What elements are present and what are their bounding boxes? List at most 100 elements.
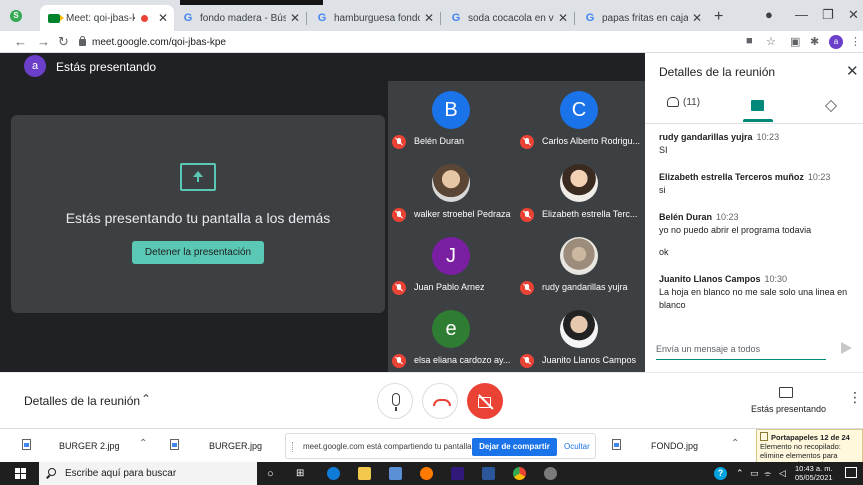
tab-title: Meet: qoi-jbas-kpe <box>66 12 135 24</box>
tab-title: soda cocacola en vaso - Bús <box>468 12 554 24</box>
volume-icon[interactable]: ◁ <box>779 468 786 479</box>
participant-grid: B Belén Duran C Carlos Alberto Rodrigu..… <box>388 81 645 372</box>
taskbar-clock[interactable]: 10:43 a. m. 05/05/2021 <box>795 464 833 482</box>
chat-message: Elizabeth estrella Terceros muñoz 10:23 s… <box>659 171 855 197</box>
minimize-icon[interactable]: — <box>795 7 808 22</box>
chat-message: Juanito Llanos Campos 10:30 La hoja en bl… <box>659 273 855 312</box>
stop-presenting-button[interactable]: Detener la presentación <box>132 241 264 264</box>
help-icon[interactable]: ? <box>714 467 727 480</box>
browser-toolbar: ← → ↻ meet.google.com/qoi-jbas-kpe ■ ☆ ▣… <box>0 31 863 53</box>
hang-up-button[interactable] <box>422 383 458 419</box>
chat-message: Belén Duran 10:23 yo no puedo abrir el pr… <box>659 211 855 259</box>
cortana-icon[interactable]: ○ <box>267 468 274 480</box>
menu-icon[interactable]: ⋮ <box>850 35 861 48</box>
meeting-details-title[interactable]: Detalles de la reunión <box>24 394 140 408</box>
tab-title: papas fritas en caja - Búsqu <box>602 12 688 24</box>
close-tab-icon[interactable]: ✕ <box>424 11 434 25</box>
store-icon[interactable] <box>389 467 402 480</box>
extensions-icon[interactable]: ✱ <box>810 35 819 48</box>
avatar: J <box>432 237 470 275</box>
new-tab-button[interactable]: + <box>714 8 723 26</box>
close-tab-icon[interactable]: ✕ <box>290 11 300 25</box>
chevron-up-icon[interactable]: ⌃ <box>731 438 739 449</box>
participant-tile[interactable]: e elsa eliana cardozo ay... <box>388 300 516 372</box>
profile-avatar[interactable]: a <box>829 35 843 49</box>
participant-name: Carlos Alberto Rodrigu... <box>542 136 641 146</box>
battery-icon[interactable]: ▭ <box>750 468 759 479</box>
tab-meet[interactable]: Meet: qoi-jbas-kpe ✕ <box>40 5 174 31</box>
download-item[interactable]: BURGER 2.jpg <box>59 441 120 451</box>
chat-messages: rudy gandarillas yujra 10:23 SI Elizabeth… <box>659 131 855 339</box>
reading-list-icon[interactable]: ▣ <box>790 35 800 48</box>
word-icon[interactable] <box>482 467 495 480</box>
task-view-icon[interactable]: ⊞ <box>296 468 304 479</box>
participant-tile[interactable]: C Carlos Alberto Rodrigu... <box>516 81 644 153</box>
tab-papas[interactable]: G papas fritas en caja - Búsqu ✕ <box>576 5 708 31</box>
participant-tile[interactable]: rudy gandarillas yujra <box>516 227 644 299</box>
camera-off-button[interactable] <box>467 383 503 419</box>
close-tab-icon[interactable]: ✕ <box>558 11 568 25</box>
close-icon[interactable]: ✕ <box>846 62 859 80</box>
chrome-icon[interactable] <box>513 467 526 480</box>
tab-hamburguesa[interactable]: G hamburguesa fondo blanco ✕ <box>308 5 440 31</box>
firefox-icon[interactable] <box>420 467 433 480</box>
drag-handle[interactable] <box>292 442 293 452</box>
network-icon[interactable]: ⌯ <box>764 468 771 479</box>
download-item[interactable]: FONDO.jpg <box>651 441 698 451</box>
windows-start-icon[interactable] <box>15 468 26 479</box>
stop-sharing-button[interactable]: Dejar de compartir <box>472 438 557 456</box>
close-window-icon[interactable]: ✕ <box>848 7 859 23</box>
screen-share-notification: meet.google.com está compartiendo tu pan… <box>285 433 596 459</box>
download-item[interactable]: BURGER.jpg <box>209 441 262 451</box>
microphone-button[interactable] <box>377 383 413 419</box>
reload-icon[interactable]: ↻ <box>58 34 69 50</box>
avatar: e <box>432 310 470 348</box>
participant-tile[interactable]: B Belén Duran <box>388 81 516 153</box>
hide-button[interactable]: Ocultar <box>564 442 590 451</box>
edge-icon[interactable] <box>327 467 340 480</box>
participant-tile[interactable]: J Juan Pablo Arnez <box>388 227 516 299</box>
panel-title: Detalles de la reunión <box>659 65 776 79</box>
app-icon[interactable] <box>544 467 557 480</box>
meet-stage: a Estás presentando Estás presentando tu… <box>0 53 645 372</box>
address-bar[interactable]: meet.google.com/qoi-jbas-kpe <box>79 33 679 51</box>
recording-icon <box>140 14 148 22</box>
participant-name: walker stroebel Pedraza <box>414 209 511 219</box>
participant-tile[interactable]: Juanito Llanos Campos <box>516 300 644 372</box>
tray-chevron-icon[interactable]: ⌃ <box>736 468 744 479</box>
notifications-icon[interactable] <box>845 467 857 478</box>
presentation-card: Estás presentando tu pantalla a los demá… <box>11 115 385 313</box>
back-icon[interactable]: ← <box>14 34 27 49</box>
maximize-icon[interactable]: ❐ <box>822 7 834 23</box>
chat-input[interactable]: Envía un mensaje a todos <box>656 344 826 360</box>
bookmark-star-icon[interactable]: ☆ <box>766 35 776 48</box>
more-options-icon[interactable]: ⋮ <box>848 389 862 406</box>
muted-mic-icon <box>520 208 534 222</box>
tab-soda[interactable]: G soda cocacola en vaso - Bús ✕ <box>442 5 574 31</box>
message-author: Belén Duran <box>659 212 713 222</box>
forward-icon[interactable]: → <box>37 34 50 49</box>
chevron-up-icon[interactable]: ⌃ <box>139 438 147 449</box>
tab-search-icon[interactable]: ● <box>765 7 773 22</box>
send-icon[interactable] <box>841 342 852 354</box>
close-tab-icon[interactable]: ✕ <box>692 11 702 25</box>
file-explorer-icon[interactable] <box>358 467 371 480</box>
tab-chat[interactable] <box>743 97 773 123</box>
camera-icon[interactable]: ■ <box>746 35 753 47</box>
app-badge-icon[interactable]: S <box>10 10 22 22</box>
message-time: 10:23 <box>716 212 739 222</box>
present-icon[interactable] <box>779 387 793 398</box>
tab-fondo-madera[interactable]: G fondo madera - Búsqueda de ✕ <box>174 5 306 31</box>
taskbar-search[interactable]: Escribe aquí para buscar <box>39 462 257 485</box>
close-tab-icon[interactable]: ✕ <box>158 11 168 25</box>
active-tab-indicator <box>743 119 773 122</box>
activities-icon <box>825 100 837 112</box>
participant-tile[interactable]: Elizabeth estrella Terc... <box>516 154 644 226</box>
participant-name: rudy gandarillas yujra <box>542 282 628 292</box>
presenting-label[interactable]: Estás presentando <box>751 404 826 414</box>
chevron-up-icon[interactable]: ⌃ <box>141 392 151 406</box>
photoshop-icon[interactable] <box>451 467 464 480</box>
tab-activities[interactable] <box>825 97 837 123</box>
tab-people[interactable]: (11) <box>667 97 700 123</box>
participant-tile[interactable]: walker stroebel Pedraza <box>388 154 516 226</box>
